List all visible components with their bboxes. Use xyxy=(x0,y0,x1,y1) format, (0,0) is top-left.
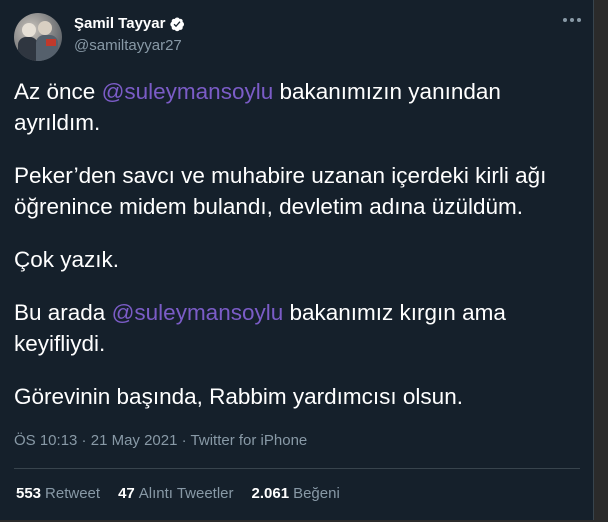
author-name-row[interactable]: Şamil Tayyar xyxy=(74,15,185,32)
tweet-paragraph-4: Bu arada @suleymansoylu bakanımız kırgın… xyxy=(14,297,584,359)
avatar[interactable] xyxy=(14,13,62,61)
tweet-source[interactable]: Twitter for iPhone xyxy=(191,432,308,449)
avatar-flag xyxy=(46,39,56,46)
tweet-text: Az önce @suleymansoylu bakanımızın yanın… xyxy=(14,76,584,434)
tweet-paragraph-3: Çok yazık. xyxy=(14,247,120,272)
likes-count: 2.061 xyxy=(251,485,290,502)
quotes-label: Alıntı Tweetler xyxy=(138,485,234,502)
avatar-figure xyxy=(18,37,38,61)
tweet-paragraph-2: Peker’den savcı ve muhabire uzanan içerd… xyxy=(14,163,547,219)
likes-stat[interactable]: 2.061 Beğeni xyxy=(252,485,340,502)
quote-tweets-stat[interactable]: 47 Alıntı Tweetler xyxy=(118,485,233,502)
divider xyxy=(14,468,580,469)
tweet-time[interactable]: ÖS 10:13 xyxy=(14,432,77,449)
tweet-text-segment: Az önce xyxy=(14,79,102,104)
retweets-stat[interactable]: 553 Retweet xyxy=(16,485,100,502)
meta-separator: · xyxy=(177,432,191,449)
tweet-meta: ÖS 10:13 · 21 May 2021 · Twitter for iPh… xyxy=(14,432,307,449)
tweet-card: Şamil Tayyar @samiltayyar27 Az önce @sul… xyxy=(0,0,594,520)
more-dot-icon xyxy=(563,18,567,22)
retweets-count: 553 xyxy=(16,485,42,502)
mention-link[interactable]: @suleymansoylu xyxy=(112,300,284,325)
author-name[interactable]: Şamil Tayyar xyxy=(74,15,165,32)
tweet-text-segment: Bu arada xyxy=(14,300,112,325)
more-dot-icon xyxy=(577,18,581,22)
meta-separator: · xyxy=(77,432,91,449)
tweet-date[interactable]: 21 May 2021 xyxy=(91,432,178,449)
more-dot-icon xyxy=(570,18,574,22)
author-handle[interactable]: @samiltayyar27 xyxy=(74,37,182,54)
avatar-face xyxy=(22,23,36,37)
retweets-label: Retweet xyxy=(45,485,101,502)
avatar-face xyxy=(38,21,52,35)
likes-label: Beğeni xyxy=(293,485,340,502)
tweet-paragraph-5: Görevinin başında, Rabbim yardımcısı ols… xyxy=(14,384,463,409)
mention-link[interactable]: @suleymansoylu xyxy=(102,79,274,104)
verified-badge-icon xyxy=(170,17,185,31)
tweet-paragraph-1: Az önce @suleymansoylu bakanımızın yanın… xyxy=(14,76,584,138)
quotes-count: 47 xyxy=(118,485,135,502)
more-options-button[interactable] xyxy=(563,18,581,22)
tweet-stats: 553 Retweet 47 Alıntı Tweetler 2.061 Beğeni xyxy=(16,485,340,502)
